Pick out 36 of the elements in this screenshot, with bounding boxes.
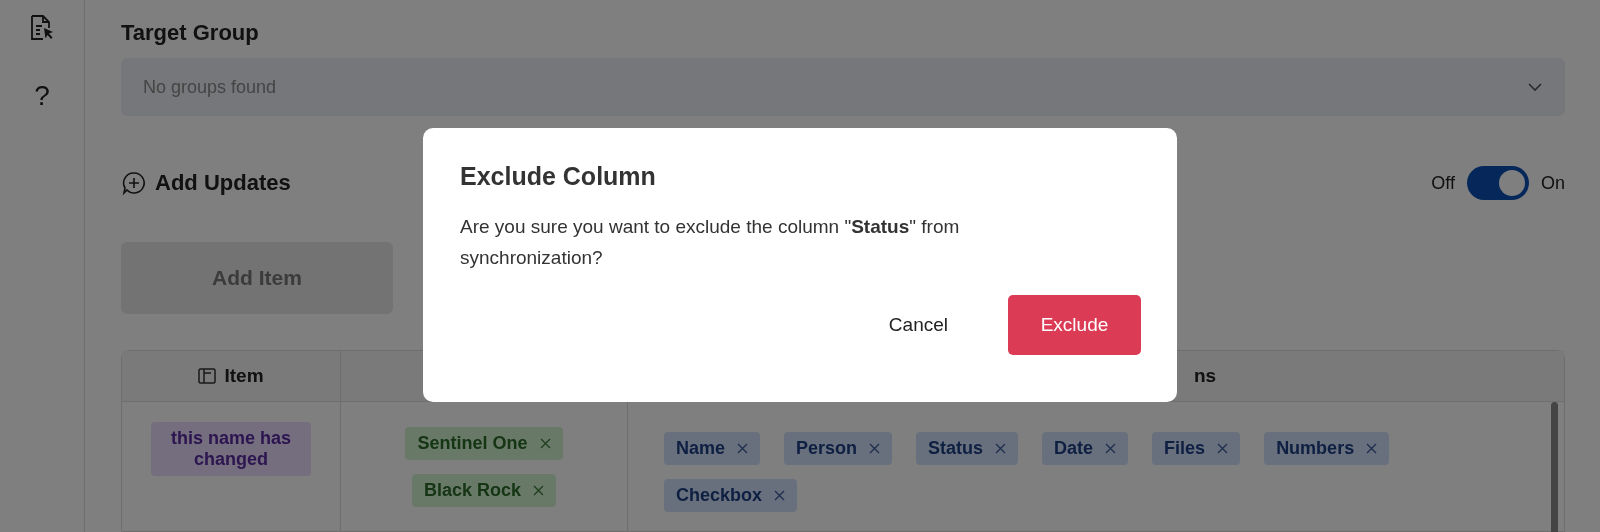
toggle-switch[interactable] (1467, 166, 1529, 200)
dialog-title: Exclude Column (460, 162, 657, 191)
column-tag[interactable]: Name (664, 432, 761, 465)
toggle-label: On (1541, 172, 1565, 194)
column-tag[interactable]: Files (1152, 432, 1241, 465)
chat-plus-icon (121, 170, 147, 196)
help-icon[interactable]: ? (34, 82, 50, 110)
item-tag: this name has changed (151, 422, 311, 476)
close-icon[interactable] (869, 443, 881, 454)
column-tag[interactable]: Status (916, 432, 1019, 465)
close-icon[interactable] (995, 443, 1007, 454)
cancel-button[interactable]: Cancel (864, 295, 972, 355)
close-icon[interactable] (1217, 443, 1229, 454)
close-icon[interactable] (539, 437, 551, 449)
section-title: Add Updates (155, 170, 291, 196)
scrollbar[interactable] (1551, 402, 1558, 532)
dialog-message: Are you sure you want to exclude the column "Status" from synchronization? (460, 215, 961, 270)
source-tag[interactable]: Sentinel One (405, 426, 563, 460)
column-title: ns (1194, 365, 1217, 387)
close-icon[interactable] (737, 443, 749, 454)
panel-icon (198, 368, 217, 384)
exclude-button[interactable]: Exclude (1008, 295, 1141, 355)
column-tag[interactable]: Person (784, 432, 893, 465)
close-icon[interactable] (1366, 443, 1378, 454)
source-tag[interactable]: Black Rock (411, 473, 557, 507)
close-icon[interactable] (1105, 443, 1117, 454)
document-cursor-icon[interactable] (29, 14, 55, 42)
section-title: Target Group (121, 20, 260, 46)
column-tag[interactable]: Date (1042, 432, 1129, 465)
column-tag[interactable]: Checkbox (664, 479, 798, 512)
column-tag[interactable]: Numbers (1264, 432, 1390, 465)
chevron-down-icon (1527, 82, 1543, 92)
toggle-label: Off (1431, 172, 1455, 194)
close-icon[interactable] (533, 484, 545, 496)
close-icon[interactable] (774, 490, 786, 501)
column-title: Item (224, 365, 264, 387)
